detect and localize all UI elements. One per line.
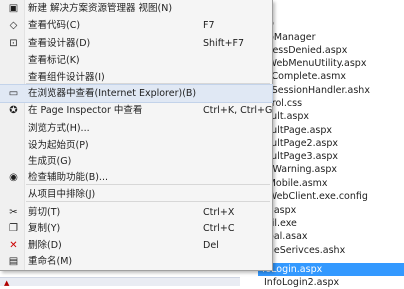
- view-designer-icon: ⊡: [9, 38, 18, 49]
- menu-item[interactable]: ✪ 在 Page Inspector 中查看 Ctrl+K, Ctrl+G: [0, 102, 272, 119]
- tree-item[interactable]: arSessionHandler.ashx: [262, 84, 370, 97]
- tree-item[interactable]: ageSerivces.ashx: [262, 244, 345, 257]
- menu-item-label: 查看代码(C): [28, 20, 81, 31]
- menu-item-label: 浏览方式(H)...: [28, 123, 90, 134]
- tree-item-label: ageSerivces.ashx: [262, 245, 346, 256]
- menu-item-label: 复制(Y): [28, 223, 61, 234]
- tree-item[interactable]: faultPage3.aspx: [262, 150, 338, 163]
- menu-item[interactable]: 生成页(G): [0, 153, 272, 170]
- tree-item-label: arSessionHandler.ashx: [262, 85, 370, 96]
- tree-item-label: xWebMenuUtility.aspx: [262, 58, 367, 69]
- tree-item[interactable]: xWebMenuUtility.aspx: [262, 57, 366, 70]
- tree-item[interactable]: toComplete.asmx: [262, 70, 346, 83]
- menu-item-label: 生成页(G): [28, 156, 72, 167]
- menu-item-icon-placeholder: [7, 139, 20, 152]
- tree-item-label: P_Warning.aspx: [262, 164, 337, 175]
- tree-item[interactable]: PWebClient.exe.config: [262, 190, 368, 203]
- menu-item-label: 在 Page Inspector 中查看: [28, 105, 143, 116]
- menu-item-shortcut: Ctrl+C: [203, 223, 235, 234]
- tree-item[interactable]: P_Warning.aspx: [262, 163, 337, 176]
- menu-item-label: 在浏览器中查看(Internet Explorer)(B): [28, 88, 197, 99]
- menu-item[interactable]: ▤ 重命名(M): [0, 253, 272, 270]
- tree-item-label: ccessDenied.aspx: [262, 45, 348, 56]
- new-solution-view-icon: ▣: [8, 3, 19, 14]
- menu-item[interactable]: ◉ 检查辅助功能(B)...: [0, 169, 272, 186]
- error-mark-icon: ▲: [4, 279, 10, 287]
- menu-item[interactable]: ▭ 在浏览器中查看(Internet Explorer)(B): [0, 84, 273, 103]
- cut-icon: ✂: [9, 207, 18, 218]
- tree-item-label: faultPage3.aspx: [262, 151, 339, 162]
- menu-item-shortcut: Del: [203, 240, 219, 251]
- menu-item-icon-placeholder: [7, 54, 20, 67]
- tree-item[interactable]: faultPage2.aspx: [262, 137, 338, 150]
- menu-item-shortcut: Ctrl+X: [203, 207, 235, 218]
- menu-item-label: 重命名(M): [28, 256, 73, 267]
- menu-item-icon-placeholder: [7, 188, 20, 201]
- view-code-icon: ◇: [9, 20, 18, 31]
- menu-item[interactable]: 浏览方式(H)...: [0, 120, 272, 137]
- menu-item[interactable]: ▣ 新建 解决方案资源管理器 视图(N): [0, 0, 272, 17]
- menu-item-label: 查看设计器(D): [28, 38, 91, 49]
- menu-item[interactable]: 查看标记(K): [0, 52, 272, 69]
- menu-item-icon-placeholder: [7, 155, 20, 168]
- menu-item-label: 删除(D): [28, 240, 62, 251]
- menu-item-shortcut: Ctrl+K, Ctrl+G: [203, 105, 273, 116]
- view-in-browser-icon: ▭: [8, 88, 19, 99]
- menu-item-shortcut: F7: [203, 20, 215, 31]
- menu-item[interactable]: 从项目中排除(J): [0, 186, 272, 203]
- tree-item-label: faultPage2.aspx: [262, 138, 339, 149]
- context-menu: ▣ 新建 解决方案资源管理器 视图(N) ◇ 查看代码(C) F7 ⊡ 查看设计器(D) Sh…: [0, 0, 273, 271]
- menu-item-label: 剪切(T): [28, 207, 61, 218]
- menu-item-label: 新建 解决方案资源管理器 视图(N): [28, 3, 173, 14]
- menu-item[interactable]: ⊡ 查看设计器(D) Shift+F7: [0, 35, 272, 52]
- menu-item-label: 检查辅助功能(B)...: [28, 172, 108, 183]
- menu-item-shortcut: Shift+F7: [203, 38, 245, 49]
- menu-item-label: 查看组件设计器(I): [28, 72, 105, 83]
- menu-item-label: 从项目中排除(J): [28, 189, 96, 200]
- menu-item-label: 查看标记(K): [28, 55, 80, 66]
- menu-item[interactable]: ◇ 查看代码(C) F7: [0, 17, 272, 34]
- menu-item[interactable]: ❐ 复制(Y) Ctrl+C: [0, 220, 272, 237]
- delete-icon: ✕: [9, 240, 18, 251]
- tree-item-label: InfoLogin2.aspx: [264, 277, 340, 288]
- menu-item-icon-placeholder: [7, 122, 20, 135]
- tree-item-selected[interactable]: foLogin.aspx: [258, 263, 404, 276]
- tree-item-label: PWebClient.exe.config: [262, 191, 368, 202]
- tree-item[interactable]: InfoLogin2.aspx: [264, 276, 339, 289]
- copy-icon: ❐: [9, 223, 18, 234]
- accessibility-check-icon: ◉: [9, 172, 18, 183]
- menu-item[interactable]: ✂ 剪切(T) Ctrl+X: [0, 204, 272, 221]
- menu-item[interactable]: 设为起始页(P): [0, 137, 272, 154]
- rename-icon: ▤: [8, 256, 19, 267]
- tree-item[interactable]: ccessDenied.aspx: [262, 44, 347, 57]
- menu-item[interactable]: 查看组件设计器(I): [0, 69, 272, 86]
- page-inspector-icon: ✪: [9, 105, 18, 116]
- menu-item-icon-placeholder: [7, 71, 20, 84]
- menu-item[interactable]: ✕ 删除(D) Del: [0, 237, 272, 254]
- tree-item-label: toComplete.asmx: [262, 71, 346, 82]
- menu-item-label: 设为起始页(P): [28, 140, 89, 151]
